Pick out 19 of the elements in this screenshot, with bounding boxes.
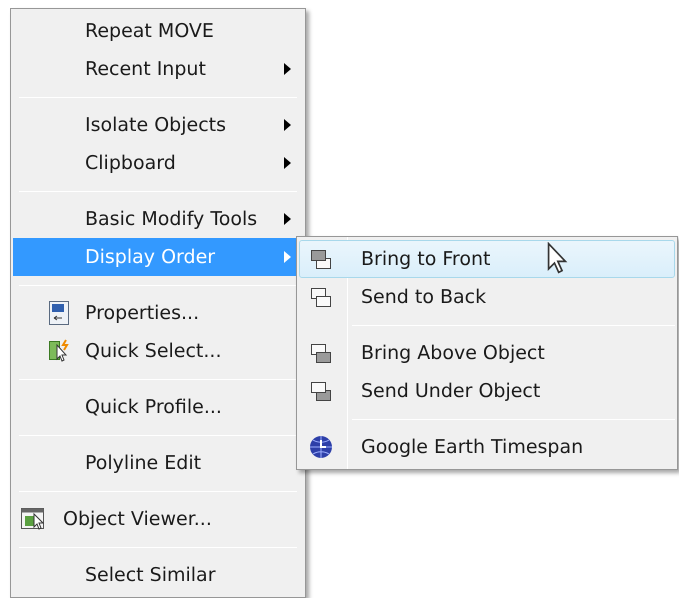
menu-item[interactable]: Clipboard <box>13 144 303 182</box>
properties-icon <box>49 301 69 325</box>
menu-item[interactable]: Select Similar <box>13 556 303 594</box>
stacked-rectangles-icon <box>309 341 333 365</box>
menu-item[interactable]: Isolate Objects <box>13 106 303 144</box>
submenu-item[interactable]: Google Earth Timespan <box>299 428 675 466</box>
stacked-rectangles-icon <box>309 379 333 403</box>
menu-item[interactable]: Recent Input <box>13 50 303 88</box>
stacked-rectangles-icon <box>309 247 333 271</box>
stacked-rectangles-icon <box>309 285 333 309</box>
mouse-pointer-icon <box>545 242 569 274</box>
menu-item[interactable]: Repeat MOVE <box>13 12 303 50</box>
menu-item[interactable]: Object Viewer... <box>13 500 303 538</box>
submenu-item[interactable]: Send Under Object <box>299 372 675 410</box>
globe-clock-icon <box>309 435 333 459</box>
object-viewer-icon <box>21 508 44 530</box>
submenu-item[interactable]: Bring to Front <box>299 240 675 278</box>
quick-select-icon <box>49 339 69 363</box>
menu-item[interactable]: Basic Modify Tools <box>13 200 303 238</box>
